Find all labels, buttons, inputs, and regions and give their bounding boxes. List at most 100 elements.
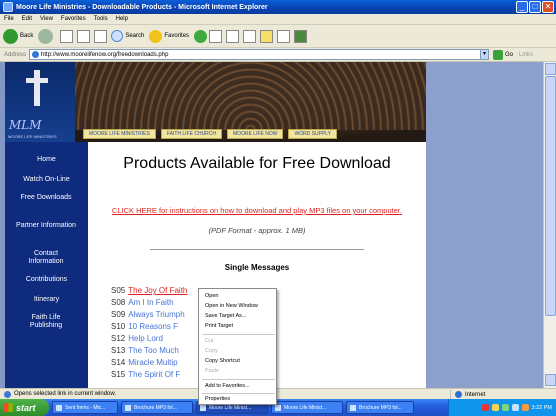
start-button[interactable]: start [0,399,49,416]
menu-help[interactable]: Help [116,16,128,22]
menu-view[interactable]: View [40,16,53,22]
banner-photo [75,62,426,130]
message-code: S10 [111,322,126,331]
taskbar-item-label: Brochure MP3 fol... [134,404,177,411]
site-logo[interactable]: MLM [9,118,42,132]
close-button[interactable]: ✕ [542,1,554,13]
message-code: S13 [111,346,126,355]
favorites-button[interactable]: Favorites [149,29,189,43]
stop-icon[interactable] [60,29,74,43]
sidebar-item-partner-information[interactable]: Partner Information [16,222,76,230]
minimize-button[interactable]: _ [516,1,528,13]
message-link[interactable]: Am I In Faith [128,298,173,307]
address-dropdown-icon[interactable]: ▾ [480,49,490,60]
context-copy: Copy [205,348,218,354]
context-separator [202,393,275,394]
sidebar-item-faith-life-publishing[interactable]: Faith Life Publishing [16,314,76,330]
ie-icon [3,2,13,12]
window-controls: _ □ ✕ [516,1,554,13]
sidebar-item-watch-online[interactable]: Watch On-Line [5,176,88,184]
tray-icon[interactable] [511,404,519,411]
message-link[interactable]: Help Lord [128,334,163,343]
sidebar-item-contributions[interactable]: Contributions [5,276,88,284]
messenger-icon[interactable] [294,29,308,43]
message-code: S09 [111,310,126,319]
context-separator [202,334,275,335]
tray-icon[interactable] [521,404,529,411]
menu-favorites[interactable]: Favorites [61,16,86,22]
history-icon[interactable] [209,29,223,43]
home-icon[interactable] [94,29,108,43]
cross-icon [34,70,40,106]
folder-icon[interactable] [260,29,274,43]
nav-faith-life-church[interactable]: FAITH LIFE CHURCH [160,129,223,139]
refresh-icon[interactable] [77,29,91,43]
context-save-target[interactable]: Save Target As... [205,313,246,319]
star-icon [149,29,163,43]
maximize-button[interactable]: □ [529,1,541,13]
nav-word-supply[interactable]: WORD SUPPLY [288,129,338,139]
zone-label: Internet [465,391,486,398]
menu-file[interactable]: File [4,16,14,22]
search-button[interactable]: Search [111,30,144,42]
taskbar-item[interactable]: Brochure MP3 fol... [121,401,193,414]
forward-button[interactable] [38,28,55,44]
mp3-help-link[interactable]: CLICK HERE for instructions on how to do… [88,206,426,215]
taskbar-item[interactable]: Moore Life Minist... [271,401,343,414]
back-label: Back [20,33,34,39]
back-button[interactable]: Back [3,28,34,44]
address-label: Address [4,51,27,58]
tray-icon[interactable] [501,404,509,411]
status-text: Opens selected link in current window. [14,391,117,397]
message-link[interactable]: The Joy Of Faith [128,286,187,295]
message-item: S08 Am I In Faith [111,298,174,307]
windows-logo-icon [4,403,13,412]
message-link[interactable]: 10 Reasons F [128,322,178,331]
vertical-scrollbar[interactable] [543,62,556,388]
tray-icon[interactable] [481,404,489,411]
context-add-favorites[interactable]: Add to Favorites... [205,383,250,389]
nav-moore-life-now[interactable]: MOORE LIFE NOW [227,129,284,139]
go-button[interactable]: Go [493,49,514,60]
media-icon[interactable] [194,29,208,43]
message-link[interactable]: The Too Much [128,346,179,355]
message-link[interactable]: Miracle Multip [128,358,177,367]
context-open[interactable]: Open [205,293,218,299]
menu-edit[interactable]: Edit [22,16,32,22]
sidebar-item-free-downloads[interactable]: Free Downloads [16,194,76,202]
forward-arrow-icon [38,28,54,44]
clock: 3:22 PM [531,404,552,411]
go-label: Go [505,51,514,58]
scrollbar-thumb[interactable] [545,76,556,316]
taskbar-item[interactable]: Sent Items - Mic... [52,401,118,414]
message-link[interactable]: The Spirit Of F [128,370,180,379]
nav-moore-life-ministries[interactable]: MOORE LIFE MINISTRIES [83,129,156,139]
cross-bar-icon [26,78,48,83]
message-link[interactable]: Always Triumph [128,310,184,319]
links-label[interactable]: Links [519,52,533,58]
window-title: Moore Life Ministries - Downloadable Pro… [16,3,268,11]
message-code: S15 [111,370,126,379]
site-logo-subtitle: MOORE LIFE MINISTRIES [8,134,57,139]
discuss-icon[interactable] [277,29,291,43]
site-nav: MOORE LIFE MINISTRIES FAITH LIFE CHURCH … [75,128,426,140]
print-icon[interactable] [243,29,257,43]
address-input[interactable]: http://www.moorelifenow.org/freedownload… [29,49,482,60]
search-label: Search [125,33,145,39]
mail-icon[interactable] [226,29,240,43]
status-page-icon [4,390,11,398]
start-label: start [16,402,36,413]
taskbar-item[interactable]: Brochure MP3 fol... [346,401,414,414]
menu-tools[interactable]: Tools [94,16,108,22]
tray-icon[interactable] [491,404,499,411]
context-copy-shortcut[interactable]: Copy Shortcut [205,358,240,364]
context-open-new-window[interactable]: Open in New Window [205,303,258,309]
message-code: S12 [111,334,126,343]
scroll-down-icon[interactable] [545,374,556,386]
sidebar-item-contact-information[interactable]: Contact Information [16,250,76,266]
context-properties[interactable]: Properties [205,396,230,402]
context-print-target[interactable]: Print Target [205,323,233,329]
sidebar-item-itinerary[interactable]: Itinerary [5,296,88,304]
scroll-up-icon[interactable] [545,63,556,75]
sidebar-item-home[interactable]: Home [5,156,88,164]
